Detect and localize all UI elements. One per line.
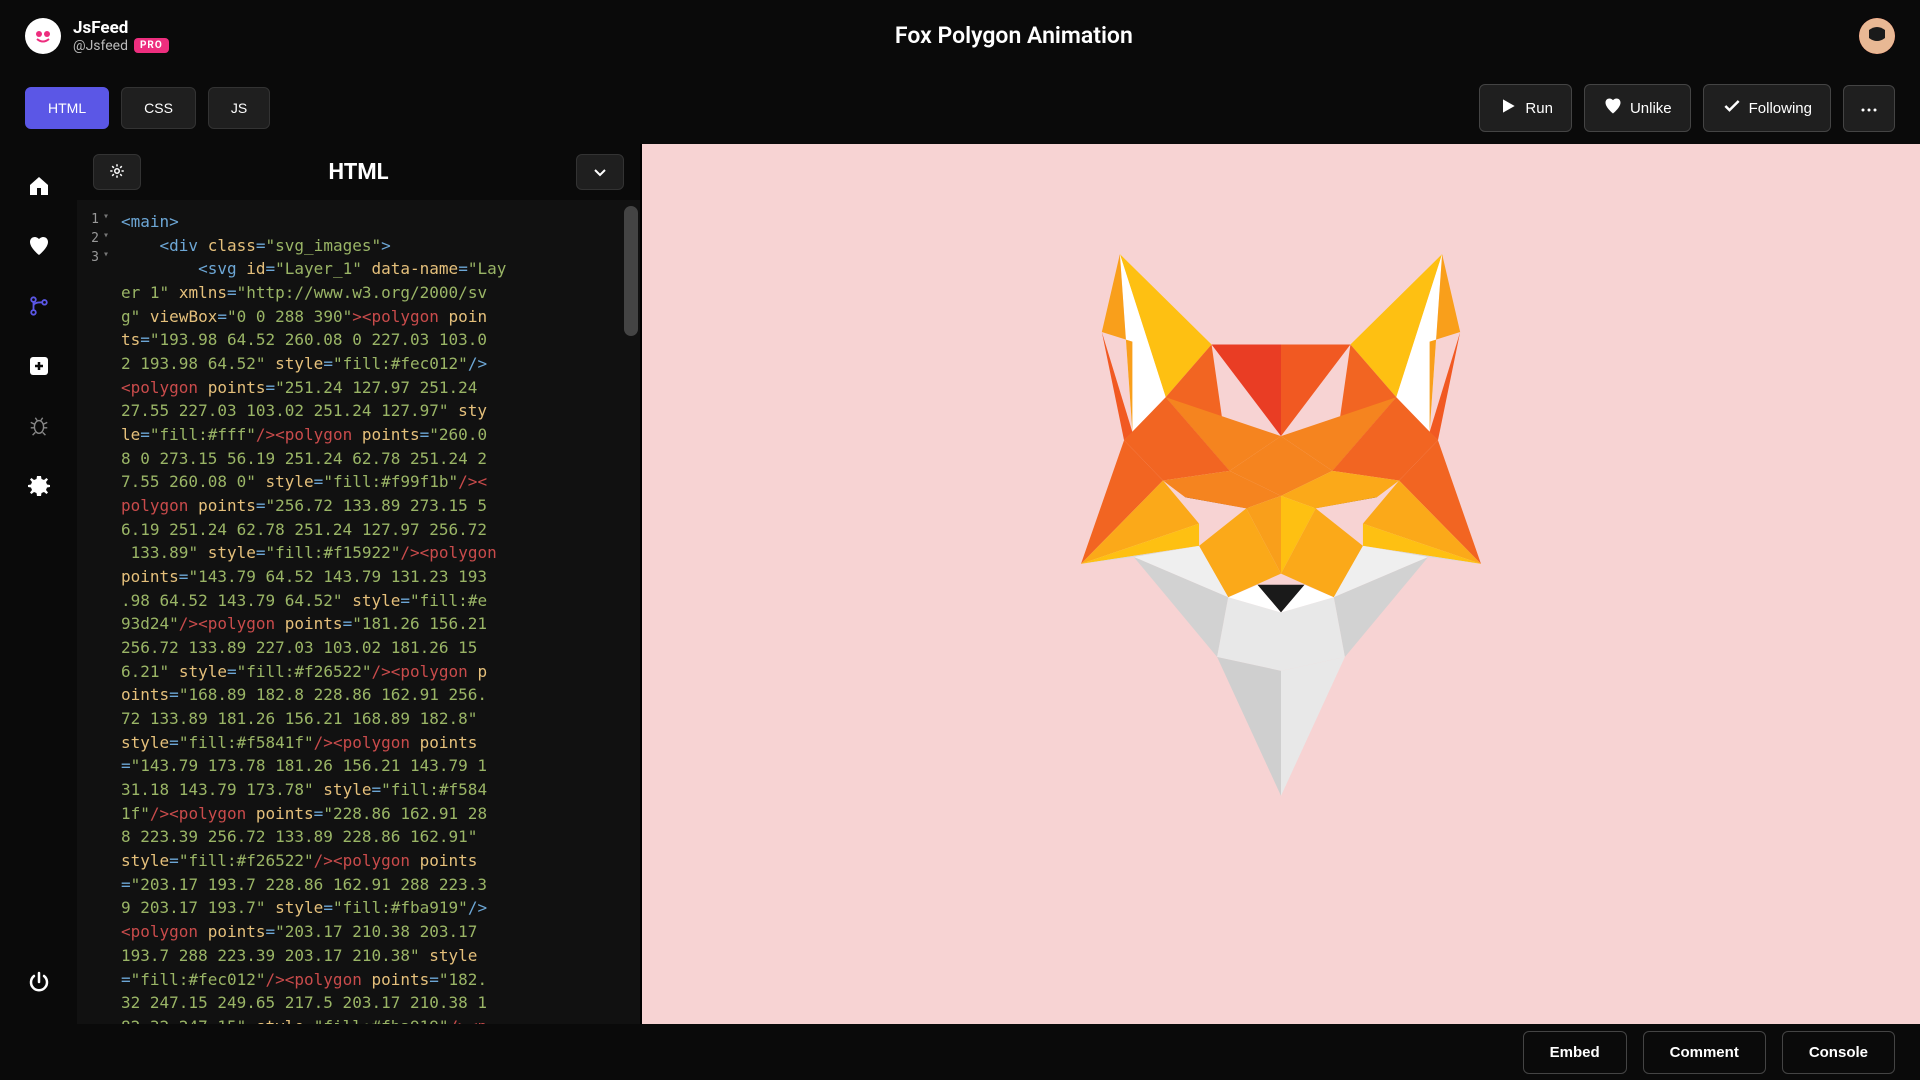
editor-title: HTML bbox=[328, 160, 388, 185]
pro-badge: PRO bbox=[134, 38, 169, 53]
tab-js[interactable]: JS bbox=[208, 87, 270, 129]
following-button[interactable]: Following bbox=[1703, 84, 1831, 132]
gear-small-icon bbox=[108, 162, 126, 183]
editor-scrollbar[interactable] bbox=[624, 206, 638, 336]
run-label: Run bbox=[1525, 100, 1553, 117]
editor-settings-button[interactable] bbox=[93, 154, 141, 190]
home-icon[interactable] bbox=[25, 172, 53, 200]
line-num: 2 bbox=[91, 229, 99, 248]
ellipsis-icon bbox=[1860, 100, 1878, 117]
heart-nav-icon[interactable] bbox=[25, 232, 53, 260]
run-button[interactable]: Run bbox=[1479, 84, 1572, 132]
code-body[interactable]: <main> <div class="svg_images"> <svg id=… bbox=[117, 200, 640, 1024]
brand-block[interactable]: JsFeed @Jsfeed PRO bbox=[25, 18, 169, 54]
more-button[interactable] bbox=[1843, 85, 1895, 132]
tab-css[interactable]: CSS bbox=[121, 87, 196, 129]
unlike-button[interactable]: Unlike bbox=[1584, 84, 1691, 132]
page-title: Fox Polygon Animation bbox=[169, 22, 1859, 49]
embed-button[interactable]: Embed bbox=[1523, 1031, 1627, 1074]
code-editor[interactable]: 1▾ 2▾ 3▾ <main> <div class="svg_images">… bbox=[77, 200, 640, 1024]
brand-logo bbox=[25, 18, 61, 54]
power-icon[interactable] bbox=[25, 968, 53, 996]
brand-handle: @Jsfeed PRO bbox=[73, 38, 169, 54]
line-num: 1 bbox=[91, 210, 99, 229]
console-button[interactable]: Console bbox=[1782, 1031, 1895, 1074]
add-icon[interactable] bbox=[25, 352, 53, 380]
user-avatar[interactable] bbox=[1859, 18, 1895, 54]
editor-dropdown-button[interactable] bbox=[576, 154, 624, 190]
check-icon bbox=[1722, 96, 1742, 120]
preview-pane bbox=[642, 144, 1920, 1024]
line-gutter: 1▾ 2▾ 3▾ bbox=[77, 200, 117, 1024]
following-label: Following bbox=[1749, 100, 1812, 117]
left-sidebar bbox=[0, 144, 77, 1024]
play-icon bbox=[1498, 96, 1518, 120]
editor-panel: HTML 1▾ 2▾ 3▾ <main> <div class="svg_ima… bbox=[77, 144, 642, 1024]
heart-icon bbox=[1603, 96, 1623, 120]
comment-button[interactable]: Comment bbox=[1643, 1031, 1766, 1074]
unlike-label: Unlike bbox=[1630, 100, 1672, 117]
brand-name: JsFeed bbox=[73, 18, 169, 38]
handle-text: @Jsfeed bbox=[73, 38, 128, 54]
branch-icon[interactable] bbox=[25, 292, 53, 320]
gear-icon[interactable] bbox=[25, 472, 53, 500]
bug-icon[interactable] bbox=[25, 412, 53, 440]
fox-svg-output bbox=[1081, 254, 1481, 796]
caret-down-icon bbox=[594, 165, 606, 180]
tab-html[interactable]: HTML bbox=[25, 87, 109, 129]
line-num: 3 bbox=[91, 248, 99, 267]
